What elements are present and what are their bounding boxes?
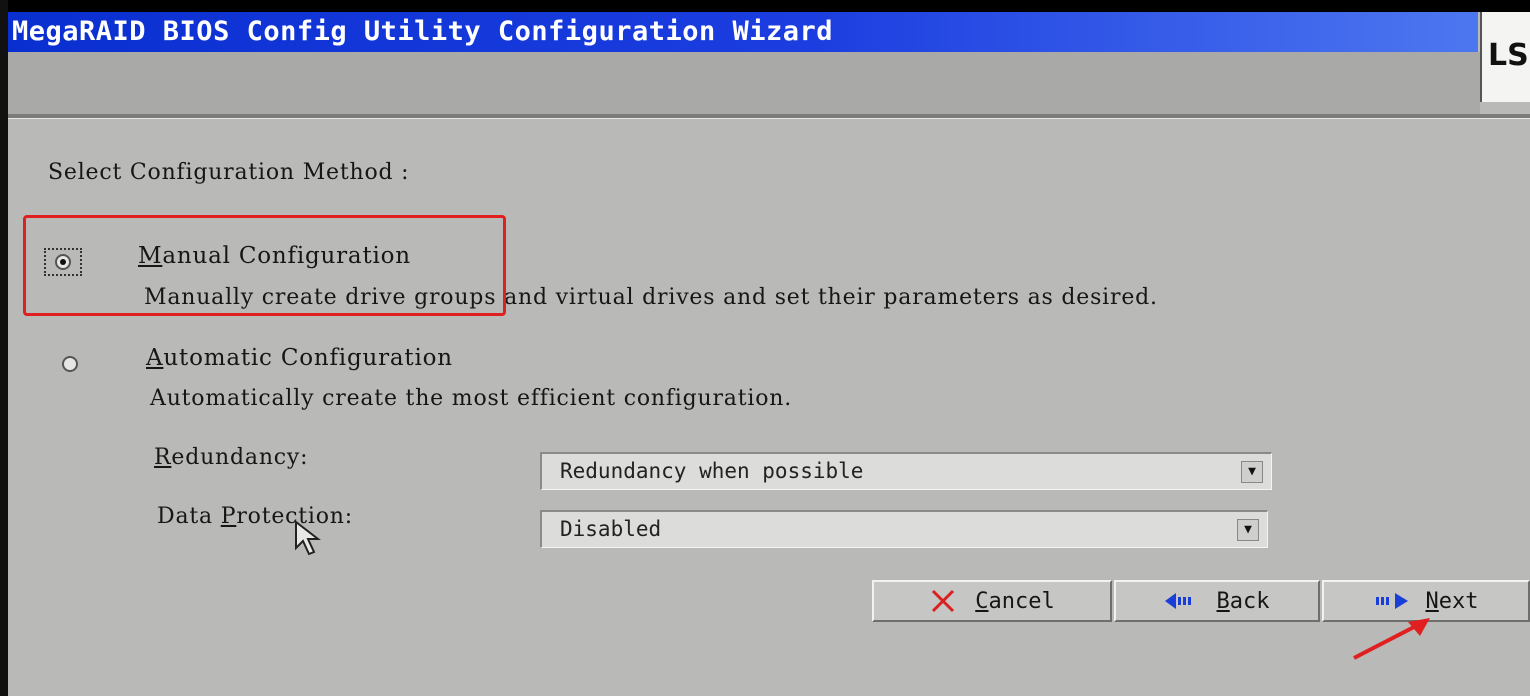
redundancy-label: Redundancy: xyxy=(154,445,309,470)
page-heading: Select Configuration Method : xyxy=(48,160,410,185)
dropdown-arrow-icon[interactable]: ▼ xyxy=(1237,519,1259,541)
monitor-bezel-top xyxy=(8,0,1530,12)
monitor-bezel-left xyxy=(0,0,8,696)
header-panel xyxy=(8,52,1480,114)
dropdown-arrow-icon[interactable]: ▼ xyxy=(1241,461,1263,483)
x-icon xyxy=(929,587,957,615)
next-arrow-icon xyxy=(1374,592,1408,610)
data-protection-dropdown-value: Disabled xyxy=(560,517,662,541)
cancel-button-label: Cancel xyxy=(975,588,1055,614)
automatic-config-radio[interactable] xyxy=(62,356,78,372)
back-arrow-icon xyxy=(1164,592,1199,610)
header-divider xyxy=(8,114,1530,119)
cancel-button[interactable]: Cancel xyxy=(872,580,1112,622)
redundancy-dropdown[interactable]: Redundancy when possible ▼ xyxy=(540,452,1272,490)
mouse-cursor-icon xyxy=(294,519,324,562)
lsi-logo: LSI xyxy=(1480,12,1530,102)
bios-screen: MegaRAID BIOS Config Utility Configurati… xyxy=(0,0,1530,696)
redundancy-dropdown-value: Redundancy when possible xyxy=(560,459,864,483)
next-button-label: Next xyxy=(1425,588,1479,614)
back-button[interactable]: Back xyxy=(1114,580,1320,622)
annotation-arrow-icon xyxy=(1350,616,1434,666)
data-protection-dropdown[interactable]: Disabled ▼ xyxy=(540,510,1268,548)
back-button-label: Back xyxy=(1216,588,1270,614)
automatic-config-label[interactable]: Automatic Configuration xyxy=(146,345,453,371)
window-title-bar: MegaRAID BIOS Config Utility Configurati… xyxy=(8,12,1478,52)
automatic-config-description: Automatically create the most efficient … xyxy=(150,386,793,411)
annotation-highlight-box xyxy=(23,215,506,316)
